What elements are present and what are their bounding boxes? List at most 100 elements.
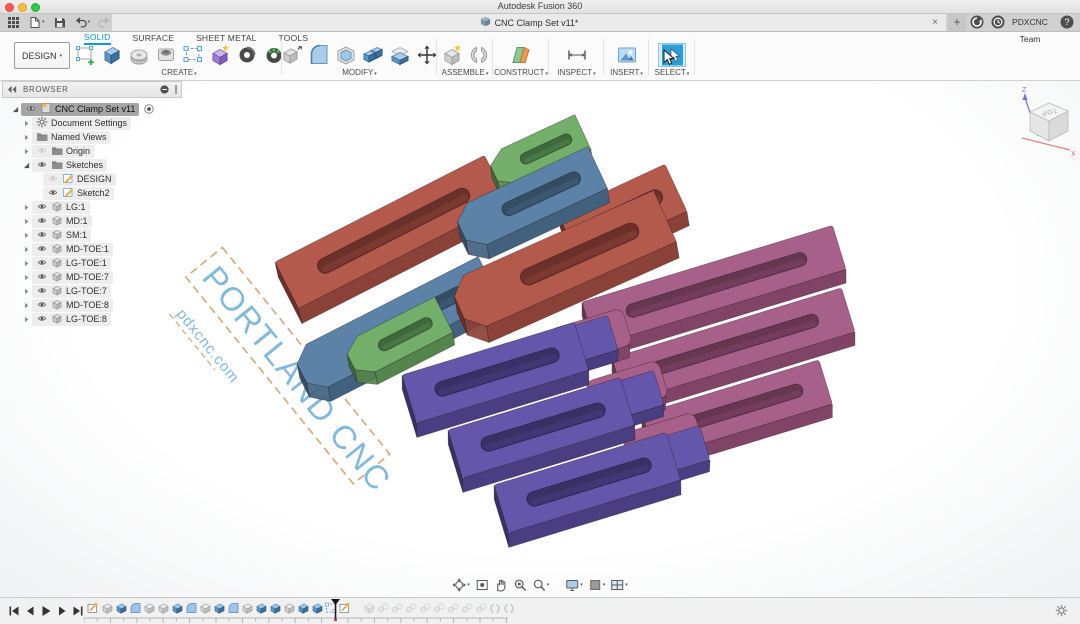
panel-grip[interactable] [175,85,177,94]
expand-arrow[interactable] [21,133,32,142]
timeline-feature-component-suppressed[interactable] [404,602,417,614]
browser-item-sketches[interactable]: Sketches [2,158,182,172]
timeline-feature-box[interactable] [100,602,113,614]
timeline-feature-box-suppressed[interactable] [362,602,375,614]
browser-item-md-toe-8[interactable]: MD-TOE:8 [2,298,182,312]
browser-item-cnc-clamp-set-v11[interactable]: CNC Clamp Set v11 [2,102,182,116]
browser-item-md-toe-1[interactable]: MD-TOE:1 [2,242,182,256]
timeline-playhead[interactable] [330,599,341,624]
save-button[interactable] [50,15,69,29]
play-button[interactable] [40,604,52,622]
undo-button[interactable]: ▾ [71,15,94,29]
rectangular-pattern-button[interactable] [180,44,206,66]
expand-arrow[interactable] [21,119,32,128]
visibility-eye-icon[interactable] [36,314,48,325]
group-label-modify[interactable]: MODIFY▾ [282,68,437,77]
timeline-feature-component-suppressed[interactable] [390,602,403,614]
extensions-button[interactable] [970,15,984,34]
coil-button[interactable] [234,44,260,66]
construction-plane-button[interactable] [508,44,534,66]
split-body-button[interactable] [387,44,413,66]
browser-item-design[interactable]: DESIGN [2,172,182,186]
timeline-feature-fillet[interactable] [184,602,197,614]
browser-item-lg-1[interactable]: LG:1 [2,200,182,214]
expand-arrow[interactable] [21,273,32,282]
timeline-feature-box[interactable] [198,602,211,614]
revolve-button[interactable] [126,44,152,66]
extrude-button[interactable] [99,44,125,66]
timeline-feature-component-suppressed[interactable] [432,602,445,614]
viewports-button[interactable]: ▾ [610,578,628,592]
expand-arrow[interactable] [21,161,32,170]
expand-arrow[interactable] [10,105,21,114]
skip-start-button[interactable] [8,604,20,622]
browser-item-lg-toe-1[interactable]: LG-TOE:1 [2,256,182,270]
browser-item-document-settings[interactable]: Document Settings [2,116,182,130]
team-name[interactable]: PDXCNC Team [1002,14,1058,48]
create-sketch-button[interactable] [72,44,98,66]
expand-arrow[interactable] [21,217,32,226]
help-button[interactable]: ? [1060,15,1074,34]
visibility-eye-icon[interactable] [36,300,48,311]
orbit-button[interactable]: ▾ [452,578,470,592]
display-settings-button[interactable]: ▾ [565,578,583,592]
expand-arrow[interactable] [21,203,32,212]
timeline-feature-component-suppressed[interactable] [376,602,389,614]
visibility-eye-icon[interactable] [36,230,48,241]
timeline-feature-component-suppressed[interactable] [446,602,459,614]
document-tab[interactable]: CNC Clamp Set v11* × [112,14,946,31]
browser-item-origin[interactable]: Origin [2,144,182,158]
combine-button[interactable] [360,44,386,66]
timeline-feature-fillet[interactable] [226,602,239,614]
shell-button[interactable] [333,44,359,66]
joint-button[interactable] [466,44,492,66]
measure-button[interactable] [564,44,590,66]
timeline-feature-joint-suppressed[interactable] [488,602,501,614]
timeline-feature-extrude[interactable] [268,602,281,614]
visibility-eye-icon[interactable] [47,174,59,185]
timeline-feature-extrude[interactable] [212,602,225,614]
apps-grid-button[interactable] [4,15,23,29]
file-button[interactable]: ▾ [25,15,48,29]
timeline-feature-extrude[interactable] [254,602,267,614]
expand-arrow[interactable] [21,245,32,254]
timeline-feature-component-suppressed[interactable] [474,602,487,614]
visibility-eye-icon[interactable] [36,160,48,171]
timeline-ruler[interactable] [84,617,514,624]
browser-item-sm-1[interactable]: SM:1 [2,228,182,242]
zoom-window-button[interactable]: ▾ [532,578,550,592]
timeline-feature-sketch[interactable] [86,602,99,614]
visibility-eye-icon[interactable] [36,272,48,283]
visibility-eye-icon[interactable] [36,244,48,255]
grid-settings-button[interactable]: ▾ [588,578,606,592]
browser-item-md-1[interactable]: MD:1 [2,214,182,228]
browser-item-sketch2[interactable]: Sketch2 [2,186,182,200]
timeline-feature-component-suppressed[interactable] [418,602,431,614]
group-label-create[interactable]: CREATE▾ [76,68,282,77]
timeline-feature-box[interactable] [282,602,295,614]
visibility-eye-icon[interactable] [47,188,59,199]
primitives-button[interactable] [207,44,233,66]
browser-header[interactable]: BROWSER [2,81,182,98]
pan-button[interactable] [494,578,508,592]
step-back-button[interactable] [24,604,36,622]
group-label-insert[interactable]: INSERT▾ [604,68,649,77]
timeline-feature-extrude[interactable] [296,602,309,614]
look-at-button[interactable] [475,578,489,592]
browser-item-lg-toe-8[interactable]: LG-TOE:8 [2,312,182,326]
timeline-feature-joint-suppressed[interactable] [502,602,515,614]
zoom-fit-button[interactable] [513,578,527,592]
group-label-inspect[interactable]: INSPECT▾ [549,68,604,77]
new-component-button[interactable] [439,44,465,66]
expand-arrow[interactable] [21,315,32,324]
expand-arrow[interactable] [21,231,32,240]
expand-arrow[interactable] [21,301,32,310]
expand-arrow[interactable] [21,147,32,156]
timeline-feature-box[interactable] [142,602,155,614]
visibility-eye-icon[interactable] [36,146,48,157]
group-label-assemble[interactable]: ASSEMBLE▾ [437,68,493,77]
browser-item-named-views[interactable]: Named Views [2,130,182,144]
visibility-eye-icon[interactable] [36,286,48,297]
insert-canvas-button[interactable] [614,44,640,66]
step-forward-button[interactable] [56,604,68,622]
